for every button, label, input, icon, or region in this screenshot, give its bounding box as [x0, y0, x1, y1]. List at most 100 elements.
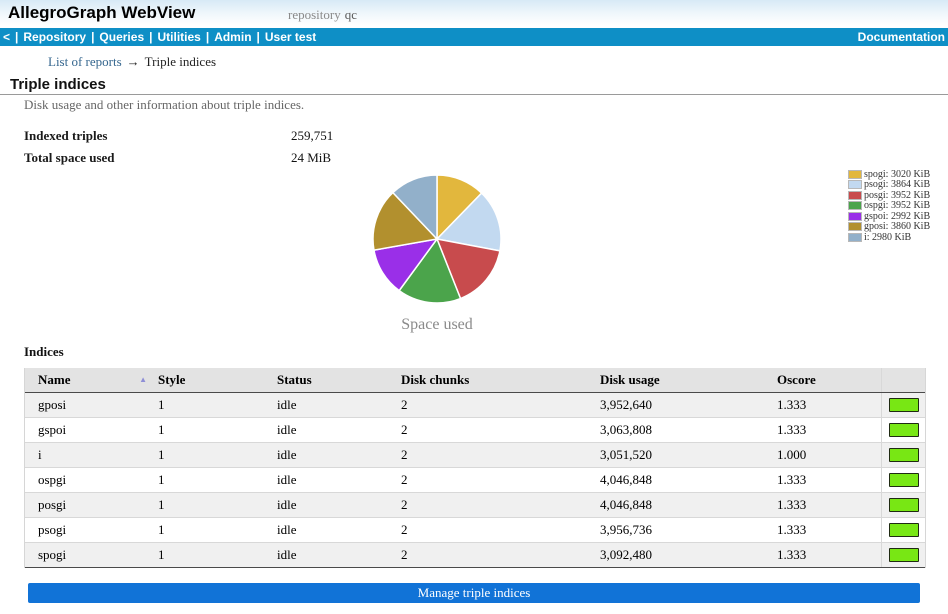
nav-separator: |: [91, 30, 94, 44]
health-status-badge: [889, 498, 919, 512]
legend-item-psogi: psogi: 3864 KiB: [848, 180, 946, 191]
cell-health: [881, 543, 924, 567]
cell-name: spogi: [25, 543, 151, 567]
legend-label: spogi: 3020 KiB: [864, 169, 930, 180]
cell-name: posgi: [25, 493, 151, 517]
cell-health: [881, 393, 924, 417]
cell-oscore: 1.333: [769, 393, 881, 417]
table-row-psogi: psogi1idle23,956,7361.333: [25, 518, 925, 543]
nav-item-repository[interactable]: Repository: [23, 30, 86, 44]
cell-disk_usage: 4,046,848: [579, 468, 769, 492]
cell-disk_usage: 3,952,640: [579, 393, 769, 417]
cell-style: 1: [151, 393, 269, 417]
cell-health: [881, 493, 924, 517]
legend-swatch-spogi: [848, 170, 862, 179]
column-header-disk-usage[interactable]: Disk usage: [579, 368, 769, 392]
chart-legend: spogi: 3020 KiBpsogi: 3864 KiBposgi: 395…: [848, 169, 946, 243]
cell-disk_chunks: 2: [394, 443, 579, 467]
legend-label: gposi: 3860 KiB: [864, 221, 930, 232]
nav-item-utilities[interactable]: Utilities: [157, 30, 200, 44]
cell-health: [881, 443, 924, 467]
health-status-badge: [889, 423, 919, 437]
cell-oscore: 1.333: [769, 543, 881, 567]
legend-swatch-ospgi: [848, 201, 862, 210]
stat-label: Indexed triples: [24, 128, 291, 144]
cell-oscore: 1.333: [769, 468, 881, 492]
nav-item-admin[interactable]: Admin: [214, 30, 251, 44]
app-title: AllegroGraph WebView: [8, 3, 195, 23]
repository-indicator: repository qc: [288, 7, 357, 23]
cell-style: 1: [151, 518, 269, 542]
cell-disk_chunks: 2: [394, 518, 579, 542]
nav-separator: |: [257, 30, 260, 44]
legend-item-gposi: gposi: 3860 KiB: [848, 222, 946, 233]
column-header-health: [881, 368, 924, 392]
cell-status: idle: [269, 493, 394, 517]
legend-swatch-gspoi: [848, 212, 862, 221]
legend-label: psogi: 3864 KiB: [864, 179, 930, 190]
health-status-badge: [889, 473, 919, 487]
manage-triple-indices-button[interactable]: Manage triple indices: [28, 583, 920, 603]
stat-indexed-triples: Indexed triples259,751: [24, 128, 333, 144]
cell-disk_chunks: 2: [394, 393, 579, 417]
nav-item-queries[interactable]: Queries: [99, 30, 144, 44]
column-header-status[interactable]: Status: [269, 368, 394, 392]
table-row-gspoi: gspoi1idle23,063,8081.333: [25, 418, 925, 443]
breadcrumb-current: Triple indices: [145, 54, 216, 69]
table-row-ospgi: ospgi1idle24,046,8481.333: [25, 468, 925, 493]
cell-style: 1: [151, 418, 269, 442]
table-row-i: i1idle23,051,5201.000: [25, 443, 925, 468]
column-header-style[interactable]: Style: [151, 368, 269, 392]
health-status-badge: [889, 448, 919, 462]
legend-item-posgi: posgi: 3952 KiB: [848, 190, 946, 201]
column-header-oscore[interactable]: Oscore: [769, 368, 881, 392]
legend-label: ospgi: 3952 KiB: [864, 200, 930, 211]
table-header-row: Name▲StyleStatusDisk chunksDisk usageOsc…: [25, 368, 925, 393]
cell-oscore: 1.333: [769, 493, 881, 517]
cell-disk_usage: 3,051,520: [579, 443, 769, 467]
indices-table: Name▲StyleStatusDisk chunksDisk usageOsc…: [24, 368, 926, 568]
nav-item-documentation[interactable]: Documentation: [858, 30, 945, 44]
cell-name: ospgi: [25, 468, 151, 492]
cell-disk_chunks: 2: [394, 493, 579, 517]
sort-asc-icon: ▲: [139, 368, 147, 392]
chart-caption: Space used: [337, 316, 537, 334]
nav-separator: |: [149, 30, 152, 44]
legend-item-spogi: spogi: 3020 KiB: [848, 169, 946, 180]
cell-name: psogi: [25, 518, 151, 542]
health-status-badge: [889, 548, 919, 562]
stat-total-space-used: Total space used24 MiB: [24, 150, 331, 166]
nav-right-group: Documentation: [858, 28, 945, 46]
cell-status: idle: [269, 393, 394, 417]
top-header: AllegroGraph WebView repository qc: [0, 0, 948, 28]
cell-status: idle: [269, 443, 394, 467]
table-row-posgi: posgi1idle24,046,8481.333: [25, 493, 925, 518]
cell-disk_usage: 4,046,848: [579, 493, 769, 517]
nav-back-arrow[interactable]: <: [3, 30, 10, 44]
cell-health: [881, 468, 924, 492]
repository-label: repository: [288, 7, 341, 22]
legend-label: gspoi: 2992 KiB: [864, 211, 930, 222]
health-status-badge: [889, 523, 919, 537]
cell-oscore: 1.333: [769, 418, 881, 442]
nav-item-user-test[interactable]: User test: [265, 30, 316, 44]
repository-name: qc: [345, 7, 357, 22]
cell-style: 1: [151, 543, 269, 567]
pie-chart-svg: [357, 159, 517, 319]
cell-disk_chunks: 2: [394, 468, 579, 492]
cell-disk_usage: 3,956,736: [579, 518, 769, 542]
cell-style: 1: [151, 468, 269, 492]
legend-item-i: i: 2980 KiB: [848, 232, 946, 243]
cell-status: idle: [269, 518, 394, 542]
column-header-name[interactable]: Name▲: [25, 368, 151, 392]
cell-health: [881, 418, 924, 442]
column-header-disk-chunks[interactable]: Disk chunks: [394, 368, 579, 392]
breadcrumb-link-list-of-reports[interactable]: List of reports: [48, 54, 122, 69]
cell-status: idle: [269, 418, 394, 442]
health-status-badge: [889, 398, 919, 412]
table-row-gposi: gposi1idle23,952,6401.333: [25, 393, 925, 418]
cell-name: gposi: [25, 393, 151, 417]
title-divider: [0, 94, 948, 95]
legend-swatch-posgi: [848, 191, 862, 200]
cell-name: gspoi: [25, 418, 151, 442]
